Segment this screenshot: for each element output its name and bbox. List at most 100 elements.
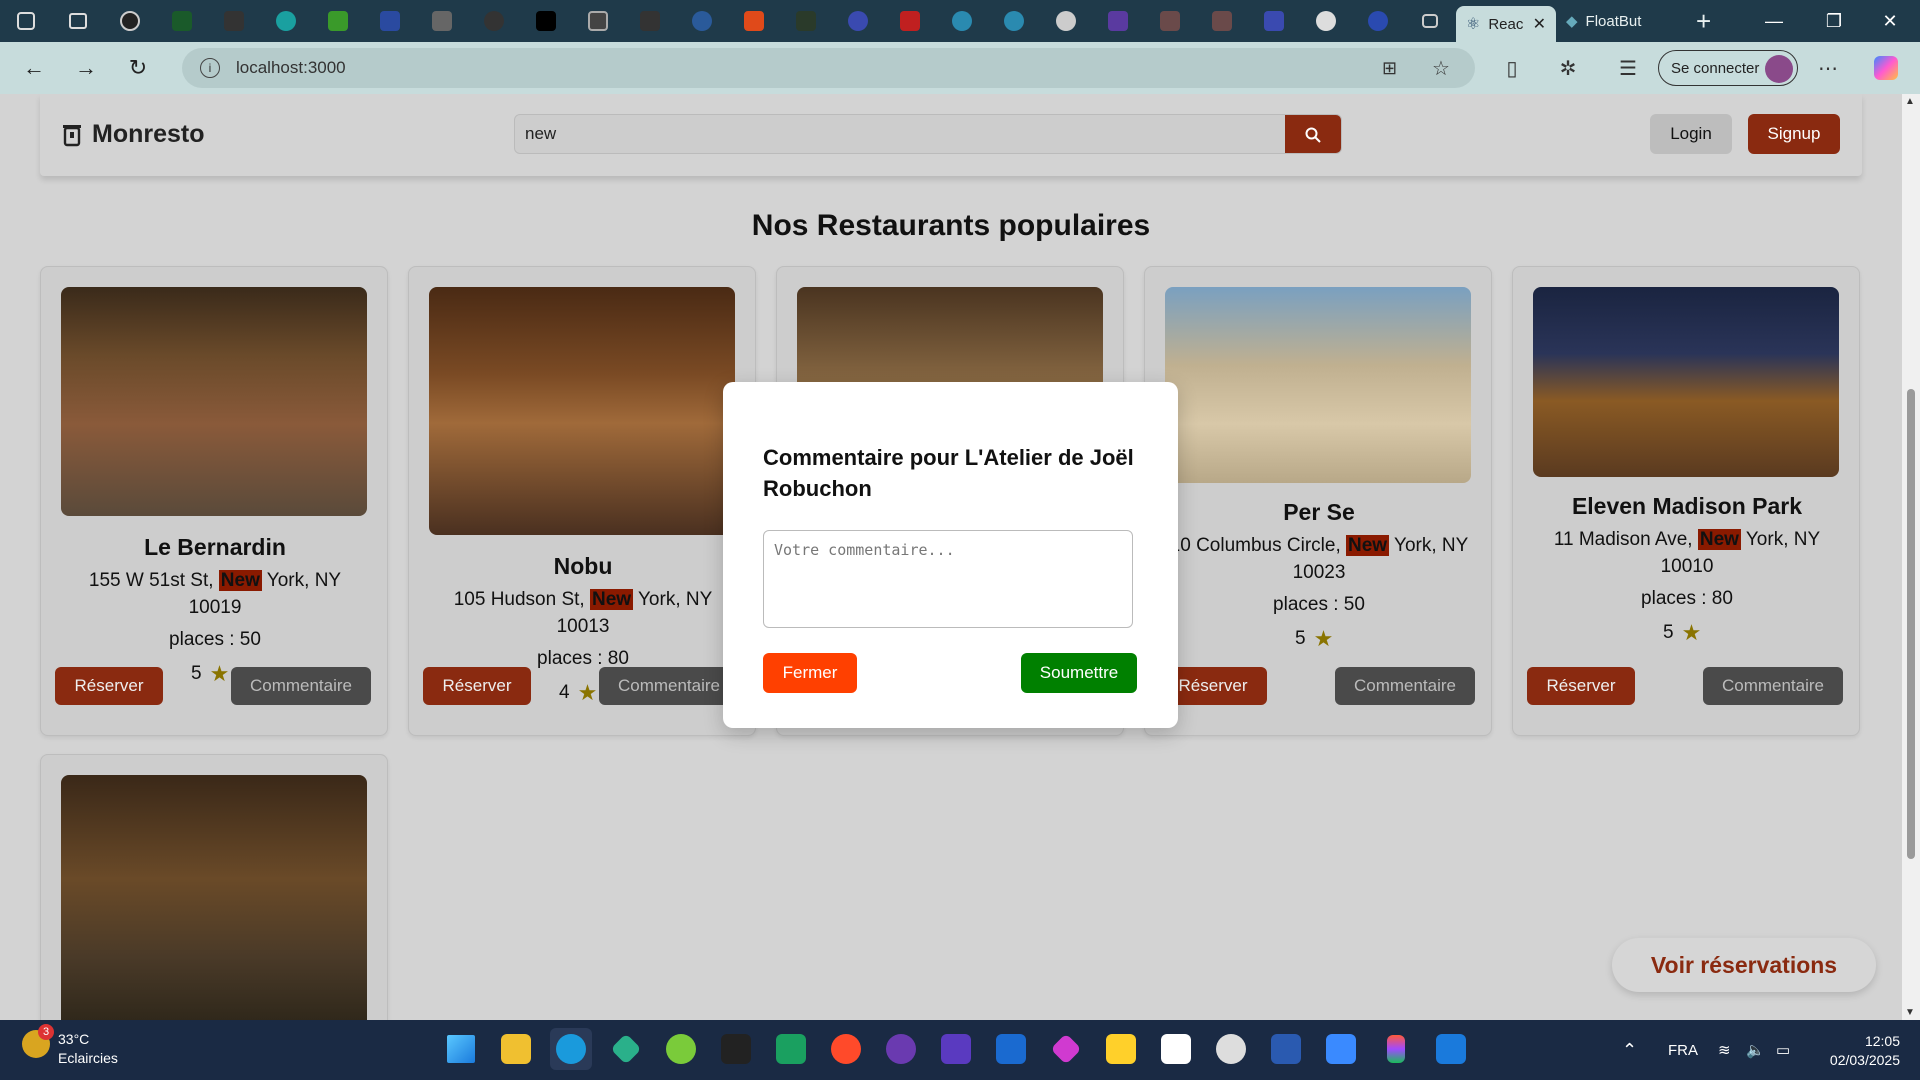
restaurant-name: Per Se: [1283, 499, 1355, 525]
pinned-tab-icon[interactable]: [312, 0, 364, 42]
app-icon[interactable]: [715, 1028, 757, 1070]
close-tab-icon[interactable]: ✕: [1533, 14, 1546, 34]
comment-button[interactable]: Commentaire: [1335, 667, 1475, 705]
app-icon[interactable]: [605, 1028, 647, 1070]
favorites-icon[interactable]: ☰: [1604, 42, 1652, 94]
pinned-tab-icon[interactable]: [624, 0, 676, 42]
comment-button[interactable]: Commentaire: [599, 667, 739, 705]
search-highlight: New: [218, 570, 262, 591]
app-icon[interactable]: [660, 1028, 702, 1070]
forward-icon[interactable]: →: [60, 42, 112, 94]
todo-icon[interactable]: [1320, 1028, 1362, 1070]
scroll-down-icon[interactable]: ▼: [1905, 1007, 1915, 1018]
pinned-tab-icon[interactable]: [1404, 0, 1456, 42]
wifi-icon[interactable]: ≋: [1718, 1020, 1731, 1080]
pinned-tab-icon[interactable]: [1092, 0, 1144, 42]
volume-icon[interactable]: 🔈: [1746, 1020, 1765, 1080]
windows-start-icon[interactable]: [440, 1028, 482, 1070]
pinned-tab-icon[interactable]: [520, 0, 572, 42]
pinned-tab-icon[interactable]: [1144, 0, 1196, 42]
pinned-tab-icon[interactable]: [1248, 0, 1300, 42]
comment-button[interactable]: Commentaire: [1703, 667, 1843, 705]
close-modal-button[interactable]: Fermer: [763, 653, 857, 693]
extensions-icon[interactable]: ✲: [1544, 42, 1592, 94]
search-button[interactable]: [1285, 115, 1341, 153]
pinned-tab-icon[interactable]: [156, 0, 208, 42]
copilot-icon[interactable]: [1862, 42, 1910, 94]
pinned-tab-icon[interactable]: [1196, 0, 1248, 42]
pinned-tab-icon[interactable]: [468, 0, 520, 42]
pinned-tab-icon[interactable]: [208, 0, 260, 42]
pinned-tab-icon[interactable]: [260, 0, 312, 42]
edge-icon[interactable]: [550, 1028, 592, 1070]
pinned-tab-icon[interactable]: [676, 0, 728, 42]
app-icon[interactable]: [935, 1028, 977, 1070]
trello-icon[interactable]: [990, 1028, 1032, 1070]
pinned-tab-icon[interactable]: [104, 0, 156, 42]
more-icon[interactable]: ⋯: [1804, 42, 1852, 94]
file-explorer-icon[interactable]: [495, 1028, 537, 1070]
figma-icon[interactable]: [1375, 1028, 1417, 1070]
pinned-tab-icon[interactable]: [884, 0, 936, 42]
close-window-icon[interactable]: ✕: [1860, 0, 1920, 42]
reserve-button[interactable]: Réserver: [423, 667, 531, 705]
tab-actions-icon[interactable]: [52, 0, 104, 42]
github-icon[interactable]: [1300, 0, 1352, 42]
pinned-tab-icon[interactable]: [988, 0, 1040, 42]
tab-floatbutton[interactable]: ◆ FloatBut: [1556, 0, 1686, 42]
pinned-tab-icon[interactable]: [936, 0, 988, 42]
restore-icon[interactable]: ❐: [1804, 0, 1864, 42]
pinned-tab-icon[interactable]: [832, 0, 884, 42]
url-text[interactable]: localhost:3000: [236, 58, 346, 78]
reserve-button[interactable]: Réserver: [1527, 667, 1635, 705]
back-icon[interactable]: ←: [8, 42, 60, 94]
github-icon[interactable]: [880, 1028, 922, 1070]
pinned-tab-icon[interactable]: [572, 0, 624, 42]
login-button[interactable]: Login: [1650, 114, 1732, 154]
app-available-icon[interactable]: ⊞: [1382, 58, 1397, 79]
tab-react-app[interactable]: ⚛ Reac ✕: [1456, 6, 1556, 42]
refresh-icon[interactable]: ↻: [112, 42, 164, 94]
view-reservations-button[interactable]: Voir réservations: [1612, 938, 1876, 992]
date: 02/03/2025: [1829, 1052, 1900, 1068]
miro-icon[interactable]: [1100, 1028, 1142, 1070]
info-icon[interactable]: i: [200, 58, 220, 78]
app-icon[interactable]: [825, 1028, 867, 1070]
clock[interactable]: 12:05 02/03/2025: [1808, 1032, 1900, 1070]
app-icon[interactable]: [1045, 1028, 1087, 1070]
pinned-tab-icon[interactable]: [364, 0, 416, 42]
comment-textarea[interactable]: [763, 530, 1133, 628]
signup-button[interactable]: Signup: [1748, 114, 1840, 154]
trash-can-icon: [63, 124, 81, 146]
pinned-tab-icon[interactable]: [728, 0, 780, 42]
reserve-button[interactable]: Réserver: [55, 667, 163, 705]
workspaces-icon[interactable]: [0, 0, 52, 42]
app-icon[interactable]: [1210, 1028, 1252, 1070]
scroll-thumb[interactable]: [1907, 389, 1915, 859]
pinned-tab-icon[interactable]: [1040, 0, 1092, 42]
address-bar[interactable]: i localhost:3000 ⊞ ☆: [182, 48, 1475, 88]
tab-label: Reac: [1488, 15, 1524, 33]
new-tab-button[interactable]: +: [1686, 0, 1726, 42]
scroll-up-icon[interactable]: ▲: [1905, 96, 1915, 107]
app-icon[interactable]: [1155, 1028, 1197, 1070]
pinned-tab-icon[interactable]: [780, 0, 832, 42]
app-icon[interactable]: [1265, 1028, 1307, 1070]
page-scrollbar[interactable]: ▲ ▼: [1902, 94, 1920, 1020]
tray-chevron-icon[interactable]: ⌃: [1622, 1020, 1637, 1080]
pinned-tab-icon[interactable]: [1352, 0, 1404, 42]
app-icon[interactable]: [770, 1028, 812, 1070]
comment-button[interactable]: Commentaire: [231, 667, 371, 705]
signin-button[interactable]: Se connecter: [1658, 50, 1798, 86]
copilot-sidebar-icon[interactable]: ▯: [1488, 42, 1536, 94]
brand[interactable]: Monresto: [62, 120, 205, 149]
search-input[interactable]: [515, 115, 1275, 153]
weather-widget[interactable]: 3 33°C Eclaircies: [22, 1024, 118, 1068]
pinned-tab-icon[interactable]: [416, 0, 468, 42]
language-indicator[interactable]: FRA: [1668, 1020, 1698, 1080]
submit-comment-button[interactable]: Soumettre: [1021, 653, 1137, 693]
favorite-star-icon[interactable]: ☆: [1432, 56, 1450, 81]
vscode-icon[interactable]: [1430, 1028, 1472, 1070]
battery-icon[interactable]: ▭: [1776, 1020, 1790, 1080]
minimize-icon[interactable]: —: [1744, 0, 1804, 42]
